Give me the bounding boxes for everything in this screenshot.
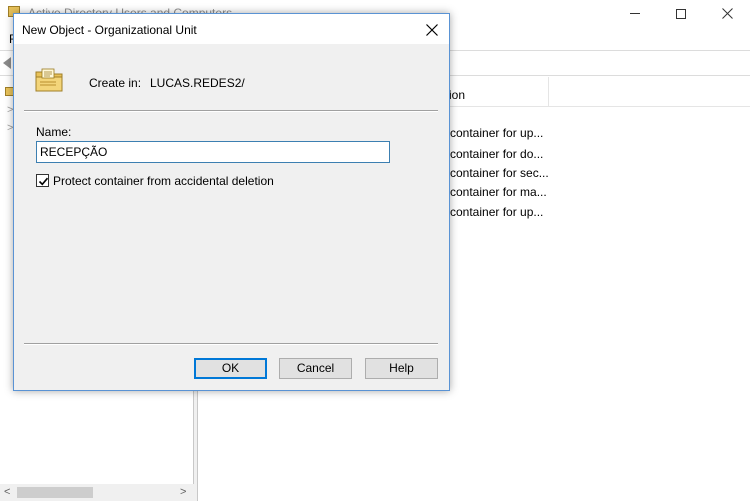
- list-item-description[interactable]: container for up...: [450, 126, 543, 140]
- maximize-button[interactable]: [658, 0, 704, 26]
- name-label: Name:: [36, 125, 72, 139]
- organizational-unit-icon: [35, 68, 63, 92]
- close-icon: [721, 8, 733, 19]
- cancel-button[interactable]: Cancel: [279, 358, 352, 379]
- list-item-description[interactable]: container for ma...: [450, 185, 547, 199]
- protect-checkbox[interactable]: [36, 174, 49, 187]
- list-item-description[interactable]: container for do...: [450, 147, 543, 161]
- close-icon: [425, 24, 438, 37]
- ok-button[interactable]: OK: [194, 358, 267, 379]
- check-icon: [38, 177, 49, 186]
- dialog-title: New Object - Organizational Unit: [22, 23, 197, 37]
- name-input[interactable]: [36, 141, 390, 163]
- list-item-description[interactable]: container for up...: [450, 205, 543, 219]
- separator: [24, 343, 438, 345]
- dialog-titlebar[interactable]: New Object - Organizational Unit: [14, 14, 449, 44]
- maximize-icon: [676, 8, 686, 19]
- dialog-close-button[interactable]: [414, 14, 449, 44]
- list-item-description[interactable]: container for sec...: [450, 166, 549, 180]
- back-arrow-icon[interactable]: [3, 57, 11, 69]
- scroll-left-icon[interactable]: <: [4, 486, 10, 498]
- horizontal-scrollbar[interactable]: < >: [0, 484, 194, 501]
- minimize-button[interactable]: [612, 0, 658, 26]
- create-in-path: LUCAS.REDES2/: [150, 76, 245, 90]
- minimize-icon: [630, 13, 640, 15]
- help-button[interactable]: Help: [365, 358, 438, 379]
- protect-label[interactable]: Protect container from accidental deleti…: [53, 174, 274, 188]
- separator: [24, 110, 438, 112]
- column-divider[interactable]: [548, 77, 549, 107]
- create-in-label: Create in:: [89, 76, 142, 90]
- window-close-button[interactable]: [704, 0, 750, 26]
- column-header-description[interactable]: ion: [449, 88, 465, 102]
- scrollbar-thumb[interactable]: [17, 487, 93, 498]
- new-object-dialog: New Object - Organizational Unit Create …: [13, 13, 450, 391]
- scroll-right-icon[interactable]: >: [180, 486, 186, 498]
